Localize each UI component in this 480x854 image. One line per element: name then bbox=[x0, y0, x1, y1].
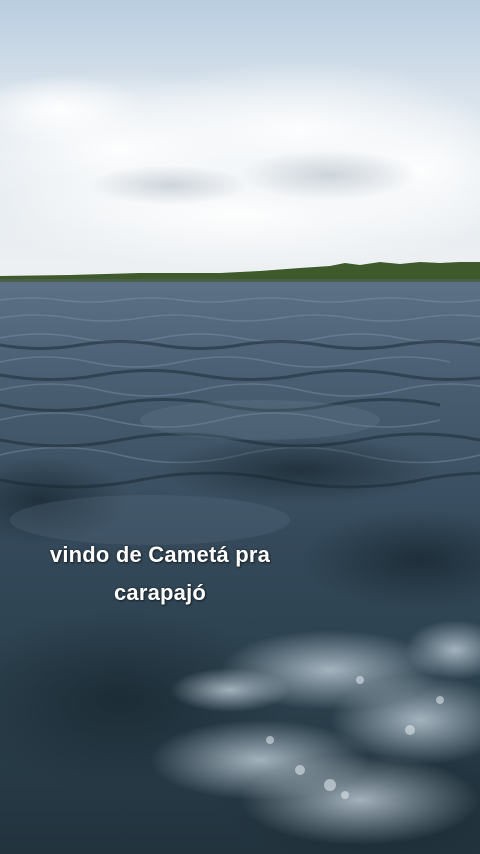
caption-line-1: vindo de Cametá pra bbox=[49, 542, 271, 567]
video-frame: vindo de Cametá pra carapajó bbox=[0, 0, 480, 854]
river-scene-photo bbox=[0, 0, 480, 854]
video-caption: vindo de Cametá pra carapajó bbox=[0, 536, 320, 612]
caption-line-2: carapajó bbox=[113, 580, 207, 605]
